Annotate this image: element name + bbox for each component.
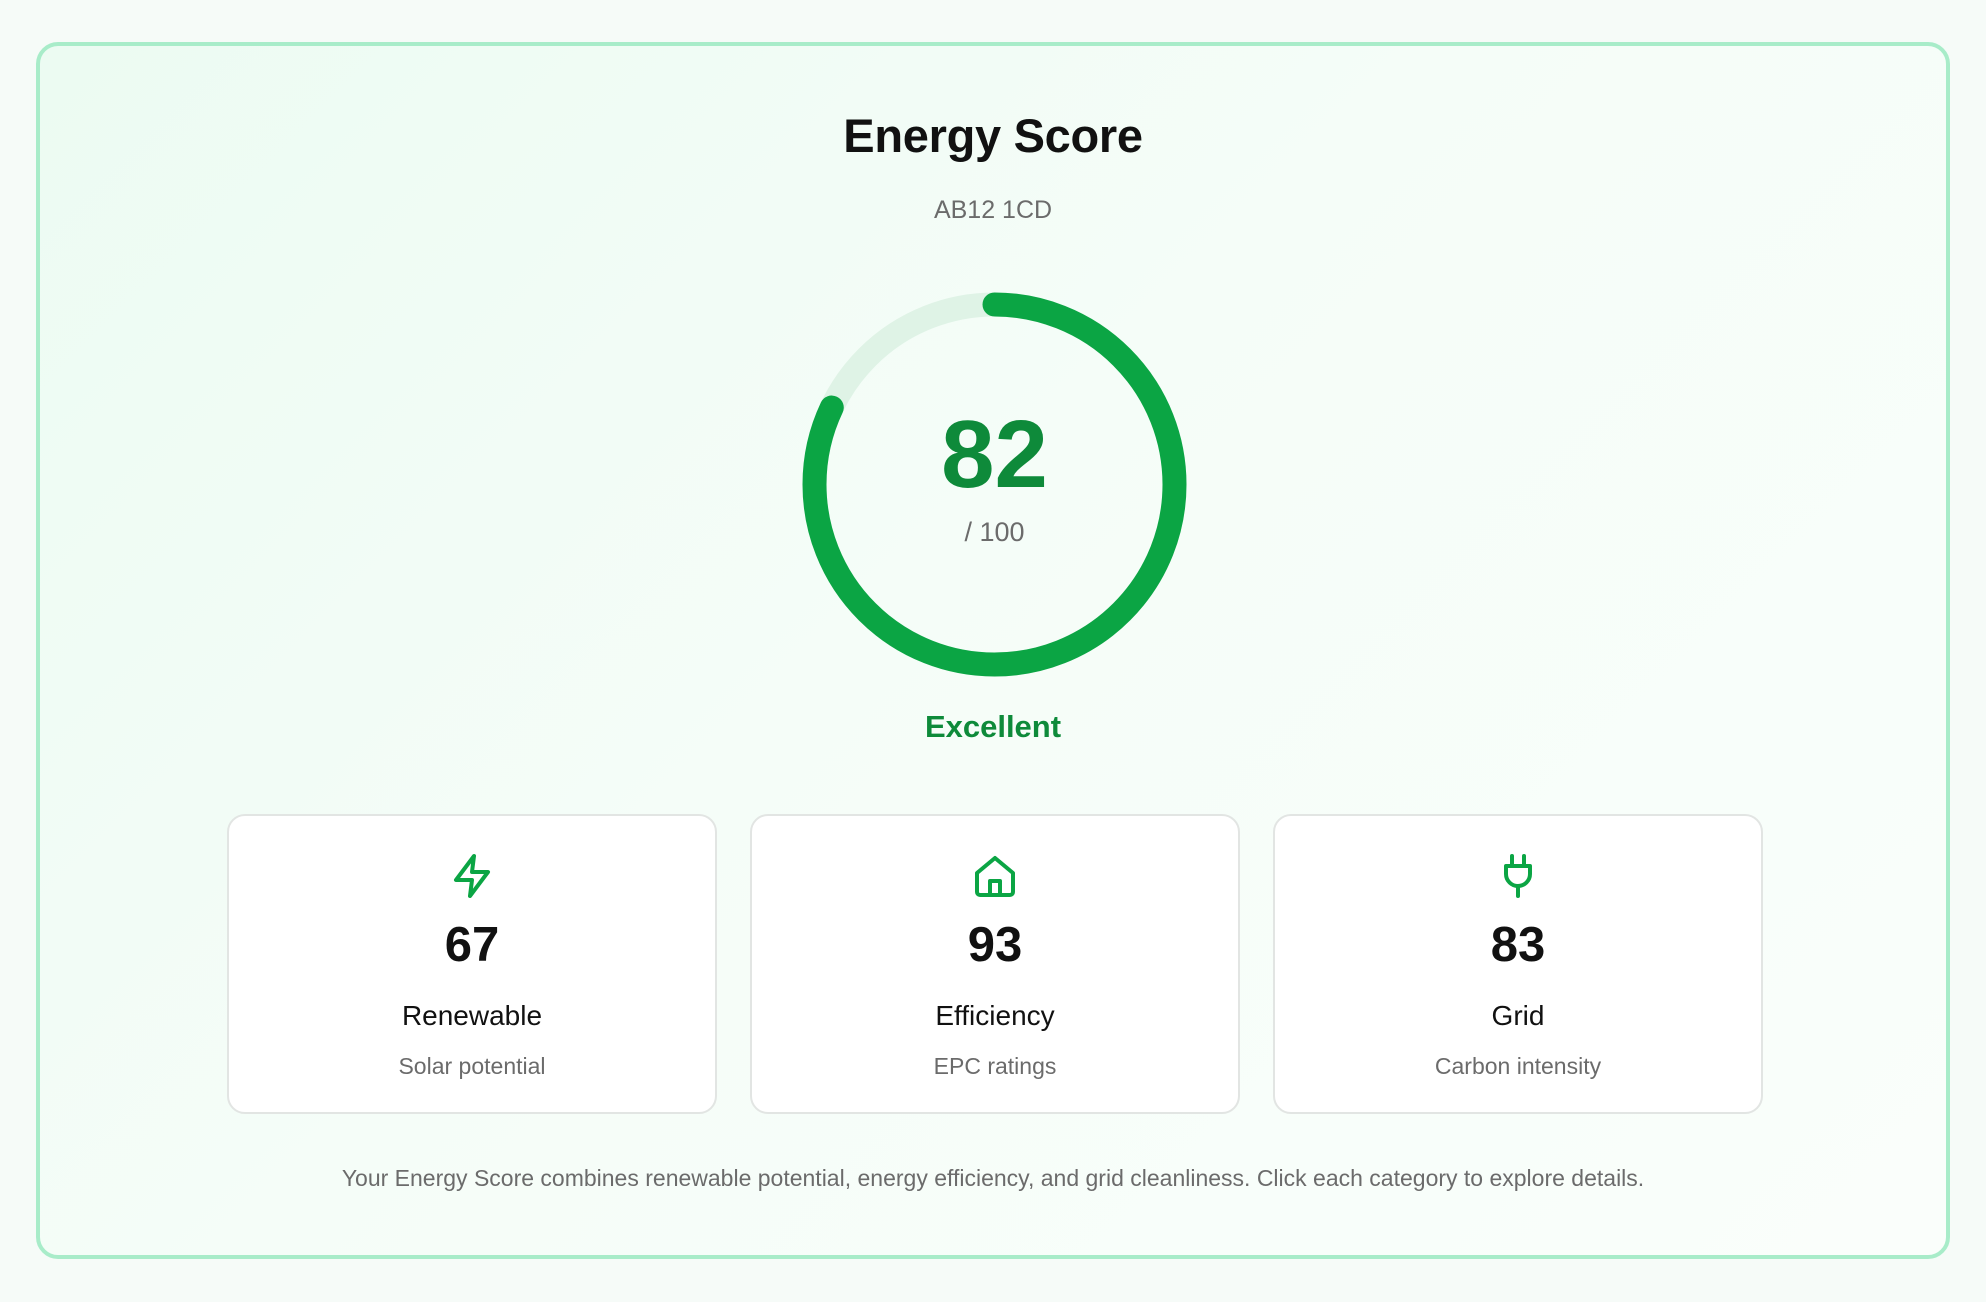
category-name: Efficiency (935, 1000, 1055, 1031)
plug-icon (1504, 854, 1532, 898)
category-cards: 67 Renewable Solar potential 93 Efficien… (227, 814, 1763, 1114)
score-max: / 100 (964, 517, 1025, 547)
page-title: Energy Score (843, 109, 1143, 162)
category-name: Grid (1491, 1000, 1545, 1031)
category-value: 93 (967, 918, 1023, 972)
score-rating: Excellent (924, 709, 1062, 744)
score-value: 82 (941, 401, 1048, 508)
house-icon (975, 856, 1015, 897)
postcode-label: AB12 1CD (933, 196, 1053, 224)
category-name: Renewable (401, 1000, 543, 1031)
category-description: Solar potential (398, 1053, 546, 1079)
footer-note: Your Energy Score combines renewable pot… (341, 1165, 1645, 1191)
category-description: EPC ratings (933, 1053, 1057, 1079)
category-value: 67 (444, 918, 500, 972)
score-ring: 82 / 100 (801, 291, 1188, 678)
category-card-renewable[interactable]: 67 Renewable Solar potential (227, 814, 717, 1114)
category-description: Carbon intensity (1434, 1053, 1602, 1079)
lightning-icon (454, 854, 490, 898)
category-card-efficiency[interactable]: 93 Efficiency EPC ratings (750, 814, 1240, 1114)
category-value: 83 (1490, 918, 1546, 972)
category-card-grid[interactable]: 83 Grid Carbon intensity (1273, 814, 1763, 1114)
